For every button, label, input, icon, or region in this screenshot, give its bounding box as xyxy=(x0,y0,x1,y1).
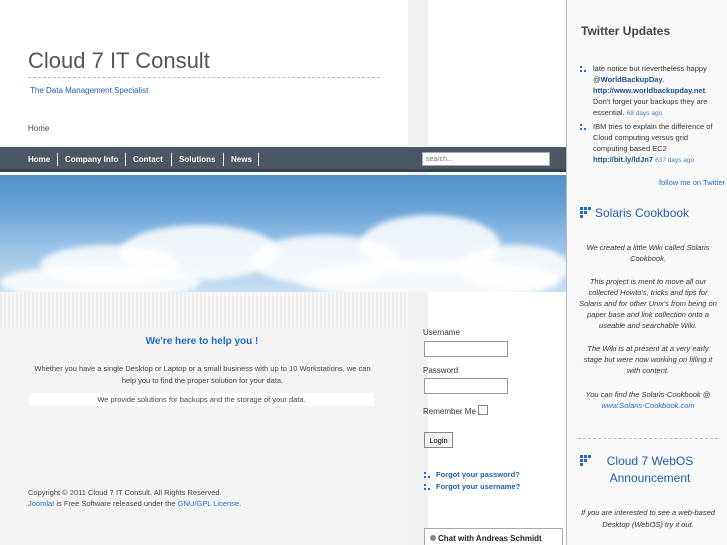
tweet-item: late notice but nevertheless happy @Worl… xyxy=(593,63,721,119)
gpl-license-link[interactable]: GNU/GPL License xyxy=(178,499,239,508)
solaris-text: We created a little Wiki called Solaris … xyxy=(586,243,710,263)
nav-contact[interactable]: Contact xyxy=(133,155,163,164)
login-button[interactable]: Login xyxy=(424,432,453,448)
tweet-time[interactable]: 68 days ago xyxy=(627,110,662,117)
solaris-cookbook-link[interactable]: www.Solaris-Cookbook.com xyxy=(578,400,718,411)
title-divider xyxy=(28,77,380,78)
tweet-text: . xyxy=(662,75,665,84)
tweet-link[interactable]: http://bit.ly/ldJn7 xyxy=(593,155,653,164)
content-pattern xyxy=(0,292,408,327)
nav-separator xyxy=(171,153,172,166)
remember-me-label: Remember Me xyxy=(423,407,476,416)
nav-solutions[interactable]: Solutions xyxy=(179,155,215,164)
breadcrumb: Home xyxy=(28,124,50,133)
section-divider xyxy=(578,438,718,439)
copyright-text: Copyright © 2011 Cloud 7 IT Consult. All… xyxy=(28,488,222,497)
license-end: . xyxy=(239,499,242,508)
bullet-icon xyxy=(580,66,586,72)
chat-status-icon xyxy=(430,535,436,541)
solaris-text: The Wiki is at present at a very early s… xyxy=(583,344,713,375)
twitter-heading: Twitter Updates xyxy=(581,24,671,38)
password-label: Password xyxy=(423,366,459,375)
follow-twitter-link[interactable]: follow me on Twitter xyxy=(659,178,725,187)
solaris-text: This project is ment to move all our col… xyxy=(579,277,717,330)
search-input[interactable] xyxy=(422,152,550,166)
footer-copyright: Copyright © 2011 Cloud 7 IT Consult. All… xyxy=(28,487,241,509)
nav-separator xyxy=(223,153,224,166)
grid-icon xyxy=(580,207,591,218)
site-tagline: The Data Management Specialist xyxy=(30,86,149,95)
webos-heading: Cloud 7 WebOS Announcement xyxy=(606,454,694,485)
help-text: Whether you have a single Desktop or Lap… xyxy=(34,364,371,385)
remember-me-checkbox[interactable] xyxy=(478,405,488,415)
joomla-link[interactable]: Joomla! xyxy=(28,499,54,508)
license-line: Joomla! is Free Software released under … xyxy=(28,498,241,509)
nav-separator xyxy=(258,153,259,166)
grid-icon xyxy=(580,455,591,466)
nav-separator xyxy=(125,153,126,166)
webos-text: If you are interested to see a web-based… xyxy=(581,508,715,529)
nav-company-info[interactable]: Company Info xyxy=(65,155,118,164)
username-input[interactable] xyxy=(424,341,508,357)
username-label: Username xyxy=(423,328,460,337)
tweet-item: IBM tries to explain the difference of C… xyxy=(593,121,721,166)
joomla-text: is Free Software released under the xyxy=(54,499,178,508)
bullet-icon xyxy=(424,472,430,478)
tweet-link[interactable]: http://www.worldbackupday.net xyxy=(593,86,705,95)
chat-label: Chat with Andreas Schmidt xyxy=(438,534,542,543)
nav-news[interactable]: News xyxy=(231,155,252,164)
solaris-find-text: You can find the Solaris-Cookbook @ xyxy=(585,390,711,399)
password-input[interactable] xyxy=(424,378,508,394)
forgot-password-link[interactable]: Forgot your password? xyxy=(436,470,520,479)
chat-widget[interactable]: Chat with Andreas Schmidt xyxy=(424,528,563,545)
nav-home[interactable]: Home xyxy=(28,155,50,164)
solaris-heading: Solaris Cookbook xyxy=(595,206,690,220)
tweet-time[interactable]: 637 days ago xyxy=(655,157,694,164)
help-heading: We're here to help you ! xyxy=(145,336,259,347)
site-title[interactable]: Cloud 7 IT Consult xyxy=(28,48,210,74)
bullet-icon xyxy=(580,124,586,130)
solutions-text: We provide solutions for backups and the… xyxy=(29,393,374,406)
bullet-icon xyxy=(424,484,430,490)
solaris-text: You can find the Solaris-Cookbook @ www.… xyxy=(578,389,718,411)
forgot-username-link[interactable]: Forgot your username? xyxy=(436,482,520,491)
tweet-handle-link[interactable]: WorldBackupDay xyxy=(601,75,663,84)
tweet-text: IBM tries to explain the difference of C… xyxy=(593,122,713,153)
header-banner-image xyxy=(0,175,566,292)
nav-separator xyxy=(57,153,58,166)
